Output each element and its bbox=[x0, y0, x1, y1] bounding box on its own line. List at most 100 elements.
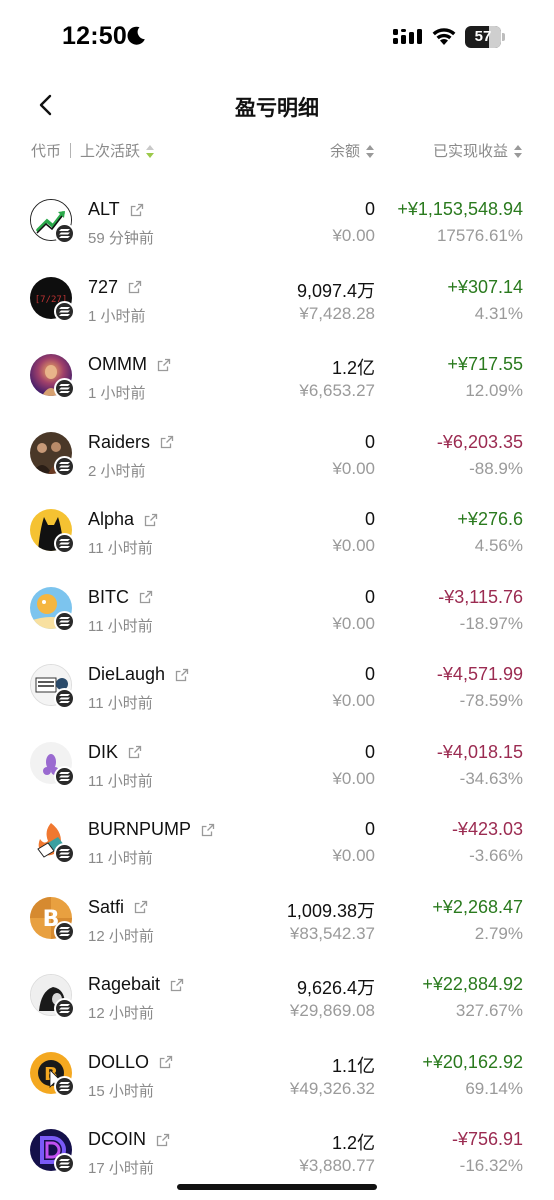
solana-icon bbox=[54, 765, 75, 787]
external-link-icon[interactable] bbox=[128, 745, 142, 759]
realized-percent: 69.14% bbox=[465, 1078, 523, 1098]
sort-realized-button[interactable]: 已实现收益 bbox=[433, 140, 508, 161]
solana-icon bbox=[54, 1153, 75, 1174]
sort-icon[interactable] bbox=[513, 144, 523, 159]
realized-pnl: -¥3,115.76 bbox=[438, 586, 523, 607]
external-link-icon[interactable] bbox=[156, 1133, 170, 1147]
external-link-icon[interactable] bbox=[160, 435, 174, 449]
last-active-time: 11 小时前 bbox=[88, 772, 153, 790]
cellular-signal-icon bbox=[393, 29, 422, 44]
realized-pnl: -¥423.03 bbox=[451, 819, 523, 839]
external-link-icon[interactable] bbox=[201, 823, 215, 837]
token-row[interactable]: B Satfi 12 小时前 1,009.38万 ¥83,542.37 +¥2,… bbox=[0, 880, 554, 958]
token-symbol: DOLLO bbox=[88, 1051, 150, 1072]
token-avatar bbox=[30, 586, 75, 632]
last-active-time: 11 小时前 bbox=[88, 617, 153, 635]
token-balance: 0 bbox=[364, 199, 375, 219]
sort-icon[interactable] bbox=[365, 144, 375, 159]
balance-value: ¥0.00 bbox=[332, 768, 375, 788]
token-balance: 0 bbox=[364, 586, 375, 607]
token-row[interactable]: BITC 11 小时前 0 ¥0.00 -¥3,115.76 -18.97% bbox=[0, 570, 554, 648]
realized-pnl: +¥22,884.92 bbox=[422, 974, 523, 994]
realized-pnl: -¥6,203.35 bbox=[436, 431, 523, 452]
token-balance: 1.2亿 bbox=[331, 358, 375, 378]
token-avatar bbox=[30, 974, 75, 1019]
solana-icon bbox=[54, 688, 75, 709]
balance-value: ¥0.00 bbox=[332, 613, 375, 633]
token-avatar bbox=[30, 509, 75, 554]
token-row[interactable]: DieLaugh 11 小时前 0 ¥0.00 -¥4,571.99 -78.5… bbox=[0, 647, 554, 725]
realized-percent: 4.56% bbox=[474, 536, 523, 555]
external-link-icon[interactable] bbox=[134, 900, 148, 914]
battery-icon: 57 bbox=[465, 26, 505, 48]
solana-icon bbox=[54, 455, 75, 477]
token-symbol: ALT bbox=[88, 199, 120, 219]
realized-pnl: -¥4,571.99 bbox=[436, 664, 523, 684]
token-balance: 0 bbox=[364, 664, 375, 684]
external-link-icon[interactable] bbox=[170, 978, 184, 992]
token-symbol: BURNPUMP bbox=[88, 819, 192, 839]
realized-percent: -78.59% bbox=[459, 691, 523, 710]
external-link-icon[interactable] bbox=[144, 513, 158, 527]
solana-icon bbox=[54, 998, 75, 1019]
last-active-time: 1 小时前 bbox=[88, 385, 146, 402]
last-active-time: 11 小时前 bbox=[88, 540, 153, 557]
token-symbol: DIK bbox=[88, 741, 119, 762]
balance-value: ¥0.00 bbox=[332, 691, 375, 710]
page-title: 盈亏明细 bbox=[235, 97, 319, 120]
sort-active-icon[interactable] bbox=[145, 144, 155, 159]
token-list: ALT 59 分钟前 0 ¥0.00 +¥1,153,548.94 17576.… bbox=[0, 182, 554, 1190]
external-link-icon[interactable] bbox=[130, 203, 144, 217]
token-row[interactable]: BURNPUMP 11 小时前 0 ¥0.00 -¥423.03 -3.66% bbox=[0, 802, 554, 880]
token-avatar bbox=[30, 354, 75, 399]
solana-icon bbox=[54, 223, 75, 244]
realized-pnl: -¥756.91 bbox=[451, 1129, 523, 1149]
token-balance: 0 bbox=[364, 509, 375, 529]
status-bar: 12:50 57 bbox=[0, 0, 554, 76]
token-avatar bbox=[30, 199, 75, 244]
realized-percent: 2.79% bbox=[474, 923, 523, 943]
solana-icon bbox=[54, 378, 75, 399]
realized-percent: 12.09% bbox=[465, 381, 523, 400]
solana-icon bbox=[54, 1075, 75, 1097]
external-link-icon[interactable] bbox=[157, 358, 171, 372]
token-avatar bbox=[30, 1129, 75, 1174]
token-symbol: Raiders bbox=[88, 431, 151, 452]
last-active-time: 12 小时前 bbox=[88, 927, 154, 945]
realized-percent: -16.32% bbox=[459, 1156, 523, 1175]
token-row[interactable]: ALT 59 分钟前 0 ¥0.00 +¥1,153,548.94 17576.… bbox=[0, 182, 554, 260]
home-indicator[interactable] bbox=[177, 1184, 377, 1190]
token-row[interactable]: Raiders 2 小时前 0 ¥0.00 -¥6,203.35 -88.9% bbox=[0, 415, 554, 493]
balance-value: ¥83,542.37 bbox=[289, 923, 375, 943]
token-row[interactable]: DCOIN 17 小时前 1.2亿 ¥3,880.77 -¥756.91 -16… bbox=[0, 1112, 554, 1190]
token-column-label: 代币 bbox=[31, 143, 62, 160]
external-link-icon[interactable] bbox=[175, 668, 189, 682]
token-symbol: DCOIN bbox=[88, 1129, 146, 1149]
external-link-icon[interactable] bbox=[159, 1055, 173, 1069]
realized-percent: 4.31% bbox=[474, 303, 523, 323]
external-link-icon[interactable] bbox=[128, 280, 142, 294]
token-symbol: BITC bbox=[88, 586, 130, 607]
external-link-icon[interactable] bbox=[139, 590, 153, 604]
sort-last-active-button[interactable]: 上次活跃 bbox=[80, 140, 140, 161]
realized-pnl: +¥1,153,548.94 bbox=[397, 199, 523, 219]
token-avatar bbox=[30, 741, 75, 787]
balance-value: ¥7,428.28 bbox=[299, 303, 375, 323]
realized-percent: -88.9% bbox=[469, 458, 523, 478]
token-row[interactable]: B DOLLO 15 小时前 1.1亿 ¥49,326.32 +¥20,162.… bbox=[0, 1035, 554, 1113]
token-row[interactable]: [7/27] 727 1 小时前 9,097.4万 ¥7,428.28 +¥30… bbox=[0, 260, 554, 338]
token-balance: 9,626.4万 bbox=[296, 978, 375, 998]
token-balance: 0 bbox=[364, 819, 375, 839]
token-row[interactable]: OMMM 1 小时前 1.2亿 ¥6,653.27 +¥717.55 12.09… bbox=[0, 337, 554, 415]
token-avatar: [7/27] bbox=[30, 276, 75, 322]
moon-icon bbox=[127, 26, 145, 45]
nav-bar: 盈亏明细 bbox=[0, 80, 554, 130]
realized-pnl: +¥276.6 bbox=[457, 509, 523, 529]
token-symbol: Alpha bbox=[88, 509, 135, 529]
token-row[interactable]: Ragebait 12 小时前 9,626.4万 ¥29,869.08 +¥22… bbox=[0, 957, 554, 1035]
battery-level: 57 bbox=[474, 28, 492, 45]
sort-balance-button[interactable]: 余额 bbox=[330, 140, 360, 161]
token-row[interactable]: Alpha 11 小时前 0 ¥0.00 +¥276.6 4.56% bbox=[0, 492, 554, 570]
column-header: 代币 上次活跃 余额 已实现收益 bbox=[0, 136, 554, 164]
token-row[interactable]: DIK 11 小时前 0 ¥0.00 -¥4,018.15 -34.63% bbox=[0, 725, 554, 803]
